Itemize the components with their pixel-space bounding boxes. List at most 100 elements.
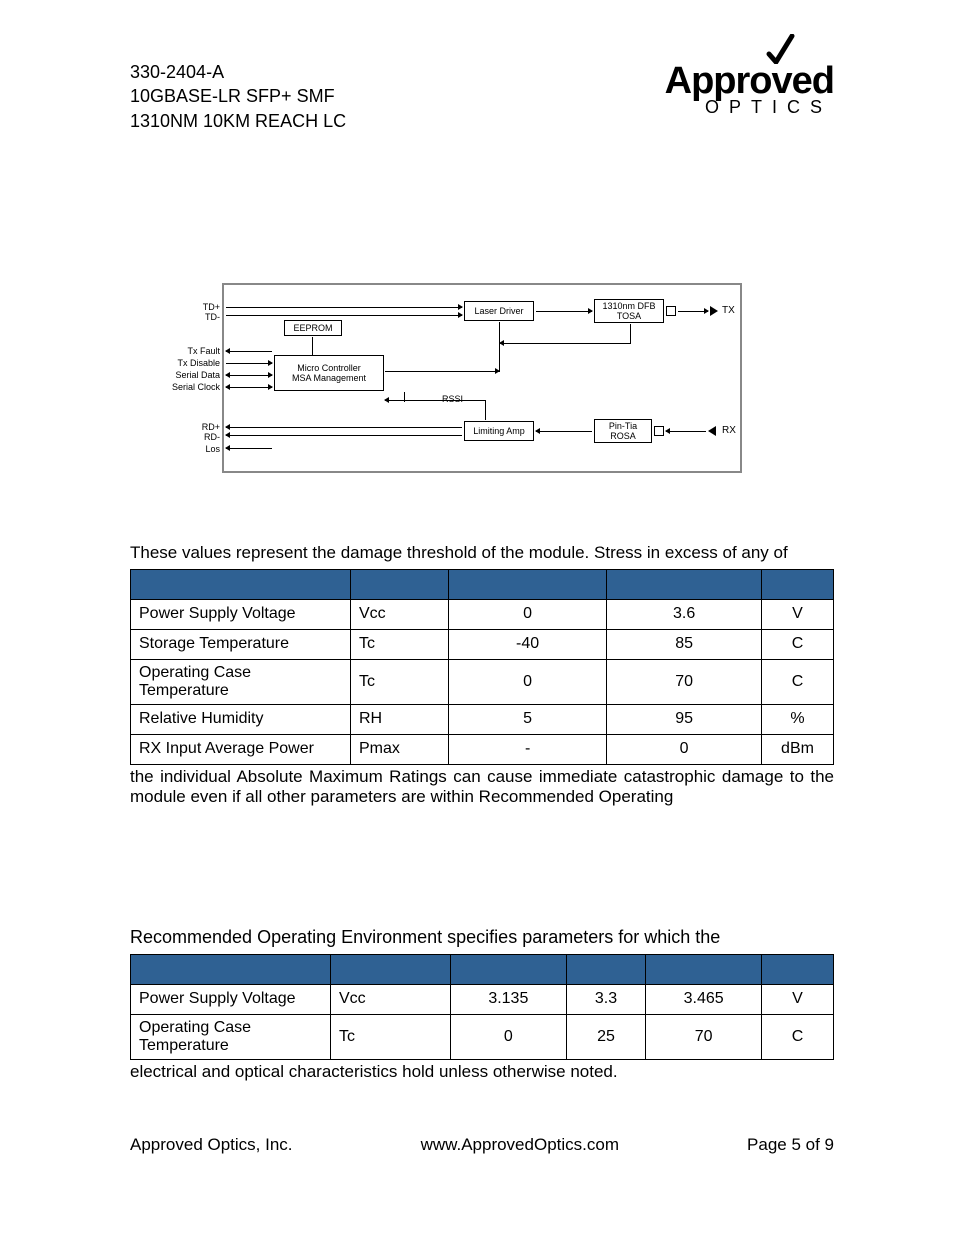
header-text: 330-2404-A 10GBASE-LR SFP+ SMF 1310NM 10… <box>130 60 346 133</box>
diagram-box-micro: Micro Controller MSA Management <box>274 355 384 391</box>
table-row: Power Supply VoltageVcc3.1353.33.465V <box>131 984 834 1014</box>
cell-param: Power Supply Voltage <box>131 599 351 629</box>
diagram-label-rd: RD+ RD- <box>194 423 220 443</box>
cell-symbol: Tc <box>331 1014 451 1059</box>
cell-symbol: Pmax <box>351 734 449 764</box>
diagram-line <box>385 400 485 401</box>
diagram-label-los: Los <box>198 445 220 455</box>
cell-unit: V <box>762 599 834 629</box>
diagram-line <box>630 324 631 344</box>
section2-after: electrical and optical characteristics h… <box>130 1062 834 1082</box>
cell-max: 95 <box>607 704 762 734</box>
cell-max: 70 <box>607 659 762 704</box>
cell-symbol: Vcc <box>351 599 449 629</box>
cell-typ: 25 <box>566 1014 646 1059</box>
diagram-line <box>226 351 272 352</box>
cell-param: RX Input Average Power <box>131 734 351 764</box>
cell-max: 0 <box>607 734 762 764</box>
diagram-box-limitingamp: Limiting Amp <box>464 421 534 441</box>
logo-text-appro: Appro <box>665 60 772 102</box>
diagram-label-serialclock: Serial Clock <box>166 383 220 393</box>
table-row: Operating Case TemperatureTc02570C <box>131 1014 834 1059</box>
diagram-label-txfault: Tx Fault <box>176 347 220 357</box>
cell-unit: C <box>762 659 834 704</box>
diagram-line <box>226 315 462 316</box>
cell-min: 0 <box>449 599 607 629</box>
diagram-line <box>666 431 706 432</box>
table-row: Storage TemperatureTc-4085C <box>131 629 834 659</box>
table-row: Relative HumidityRH595% <box>131 704 834 734</box>
cell-param: Power Supply Voltage <box>131 984 331 1014</box>
diagram-line <box>500 343 630 344</box>
diagram-line <box>499 322 500 372</box>
cell-param: Relative Humidity <box>131 704 351 734</box>
diagram-label-td-text: TD+ TD- <box>203 302 220 322</box>
diagram-label-txdisable: Tx Disable <box>170 359 220 369</box>
diagram-line <box>226 307 462 308</box>
diagram-line <box>385 371 499 372</box>
logo-v-letter: v <box>772 60 792 102</box>
cell-min: 3.135 <box>451 984 567 1014</box>
cell-min: -40 <box>449 629 607 659</box>
block-diagram: TD+ TD- Tx Fault Tx Disable Serial Data … <box>222 283 742 473</box>
diagram-line <box>536 431 592 432</box>
cell-unit: % <box>762 704 834 734</box>
cell-max: 70 <box>646 1014 762 1059</box>
diagram-box-eeprom: EEPROM <box>284 320 342 336</box>
header: 330-2404-A 10GBASE-LR SFP+ SMF 1310NM 10… <box>130 60 834 133</box>
cell-unit: dBm <box>762 734 834 764</box>
abs-max-table: Power Supply VoltageVcc03.6VStorage Temp… <box>130 569 834 765</box>
operating-env-table: Power Supply VoltageVcc3.1353.33.465VOpe… <box>130 954 834 1060</box>
cell-param: Operating Case Temperature <box>131 1014 331 1059</box>
page: 330-2404-A 10GBASE-LR SFP+ SMF 1310NM 10… <box>0 0 954 1235</box>
logo-text-ed: ed <box>792 60 834 102</box>
table-header <box>449 569 607 599</box>
table-header <box>762 569 834 599</box>
diagram-arrow-rx <box>708 426 716 436</box>
diagram-line <box>312 337 313 355</box>
cell-max: 3.6 <box>607 599 762 629</box>
diagram-line <box>226 363 272 364</box>
cell-symbol: Tc <box>351 659 449 704</box>
table-header <box>331 954 451 984</box>
cell-unit: V <box>762 984 834 1014</box>
logo-text-v: v <box>772 60 792 103</box>
diagram-line <box>226 435 462 436</box>
table-header <box>351 569 449 599</box>
table-header <box>131 569 351 599</box>
table-header <box>566 954 646 984</box>
diagram-label-rd-text: RD+ RD- <box>202 422 220 442</box>
footer-company: Approved Optics, Inc. <box>130 1135 293 1155</box>
diagram-label-tx: TX <box>722 305 735 316</box>
diagram-label-serialdata: Serial Data <box>170 371 220 381</box>
cell-min: - <box>449 734 607 764</box>
diagram-line <box>226 448 272 449</box>
diagram-box-tosa: 1310nm DFB TOSA <box>594 299 664 323</box>
table-header <box>646 954 762 984</box>
diagram-line <box>536 311 592 312</box>
cell-symbol: Tc <box>351 629 449 659</box>
diagram-line <box>678 311 708 312</box>
cell-param: Operating Case Temperature <box>131 659 351 704</box>
diagram-box-laserdriver: Laser Driver <box>464 301 534 321</box>
header-line1: 330-2404-A <box>130 60 346 84</box>
footer-url: www.ApprovedOptics.com <box>421 1135 619 1155</box>
cell-max: 3.465 <box>646 984 762 1014</box>
table-row: RX Input Average PowerPmax-0dBm <box>131 734 834 764</box>
diagram-coupler-rx <box>654 426 664 436</box>
diagram-label-rx: RX <box>722 425 736 436</box>
section1-after: the individual Absolute Maximum Ratings … <box>130 767 834 807</box>
table-row: Power Supply VoltageVcc03.6V <box>131 599 834 629</box>
cell-min: 0 <box>451 1014 567 1059</box>
cell-unit: C <box>762 1014 834 1059</box>
diagram-label-td: TD+ TD- <box>194 303 220 323</box>
cell-symbol: RH <box>351 704 449 734</box>
diagram-line <box>226 387 272 388</box>
section1-intro: These values represent the damage thresh… <box>130 543 834 563</box>
diagram-arrow-tx <box>710 306 718 316</box>
cell-typ: 3.3 <box>566 984 646 1014</box>
cell-min: 0 <box>449 659 607 704</box>
header-line3: 1310NM 10KM REACH LC <box>130 109 346 133</box>
header-line2: 10GBASE-LR SFP+ SMF <box>130 84 346 108</box>
footer: Approved Optics, Inc. www.ApprovedOptics… <box>130 1135 834 1155</box>
